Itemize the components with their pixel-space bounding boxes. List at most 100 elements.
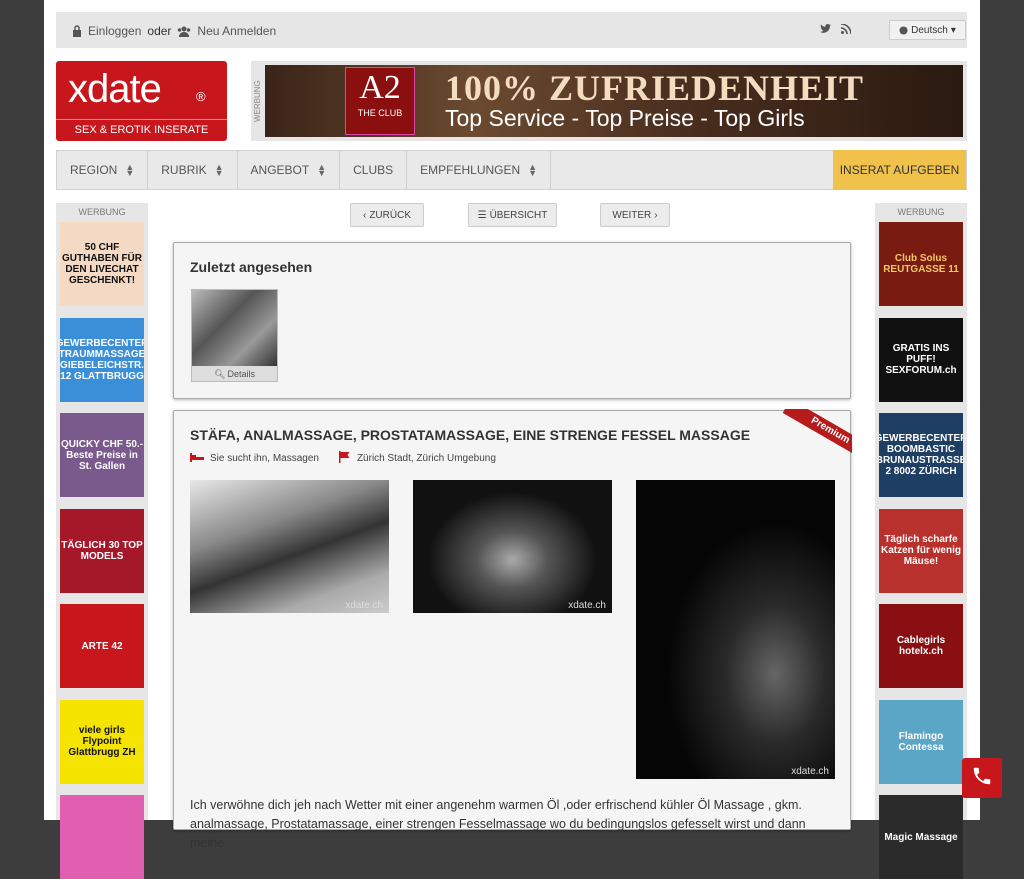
ad-text: Täglich scharfe Katzen für wenig Mäuse! bbox=[880, 534, 961, 567]
listing-title: STÄFA, ANALMASSAGE, PROSTATAMASSAGE, EIN… bbox=[190, 427, 751, 443]
location-text[interactable]: Zürich Stadt, Zürich Umgebung bbox=[357, 453, 496, 464]
nav-empfehlungen[interactable]: EMPFEHLUNGEN ▲ ▼ bbox=[407, 151, 552, 189]
photo-watermark: xdate.ch bbox=[791, 766, 829, 777]
nav-angebot[interactable]: ANGEBOT ▲ ▼ bbox=[238, 151, 341, 189]
list-icon: ☰ bbox=[477, 209, 487, 221]
category-meta: Sie sucht ihn, Massagen bbox=[190, 452, 319, 465]
listing-photo-1[interactable]: xdate.ch bbox=[190, 480, 389, 613]
ad-text: Flamingo Contessa bbox=[898, 730, 944, 753]
language-label: Deutsch bbox=[911, 24, 948, 36]
right-ad-7[interactable]: Magic Massage bbox=[879, 795, 963, 879]
thumbnail-image bbox=[192, 290, 277, 366]
post-ad-button[interactable]: INSERAT AUFGEBEN bbox=[833, 150, 966, 190]
next-button[interactable]: WEITER › bbox=[600, 203, 670, 227]
ad-text: QUICKY CHF 50.- Beste Preise in St. Gall… bbox=[60, 438, 144, 472]
or-text: oder bbox=[147, 24, 172, 38]
caret-down-icon: ▾ bbox=[950, 24, 956, 36]
back-button[interactable]: ‹ ZURÜCK bbox=[350, 203, 424, 227]
photo-watermark: xdate.ch bbox=[345, 600, 383, 611]
top-bar: Einloggen oder Neu Anmelden Deutsch ▾ bbox=[56, 12, 967, 48]
sort-icon: ▲ ▼ bbox=[214, 162, 224, 178]
logo-brand: xdate bbox=[68, 67, 162, 111]
logo-registered: ® bbox=[196, 89, 206, 104]
nav-region[interactable]: REGION ▲ ▼ bbox=[57, 151, 149, 189]
banner-subline: Top Service - Top Preise - Top Girls bbox=[445, 105, 805, 131]
left-ad-sidebar: WERBUNG 50 CHF GUTHABEN FÜR DEN LIVECHAT… bbox=[56, 203, 148, 879]
globe-icon bbox=[899, 25, 908, 35]
call-button[interactable] bbox=[962, 758, 1002, 798]
recently-viewed-panel: Zuletzt angesehen 🔍︎ Details bbox=[173, 242, 851, 399]
login-link[interactable]: Einloggen bbox=[88, 24, 141, 38]
premium-label: Premium bbox=[782, 409, 852, 459]
users-icon bbox=[177, 26, 191, 37]
sort-icon: ▲ ▼ bbox=[125, 162, 135, 178]
page: Einloggen oder Neu Anmelden Deutsch ▾ xd… bbox=[44, 0, 980, 879]
ad-text: Cablegirls hotelx.ch bbox=[896, 635, 946, 657]
club-logo: A2 THE CLUB bbox=[345, 67, 415, 135]
nav-rubrik[interactable]: RUBRIK ▲ ▼ bbox=[148, 151, 238, 189]
left-ad-4[interactable]: TÄGLICH 30 TOP MODELS bbox=[60, 508, 144, 593]
chevron-left-icon: ‹ bbox=[362, 209, 367, 221]
listing-photo-3[interactable]: xdate.ch bbox=[636, 480, 835, 779]
back-label: ZURÜCK bbox=[369, 209, 411, 221]
right-ad-6[interactable]: Flamingo Contessa bbox=[879, 699, 963, 784]
listing-description: Ich verwöhne dich jeh nach Wetter mit ei… bbox=[190, 798, 806, 850]
language-select[interactable]: Deutsch ▾ bbox=[889, 20, 966, 40]
left-ad-7[interactable] bbox=[60, 795, 144, 879]
ad-text: GEWERBECENTER BOOMBASTIC BRUNAUSTRASSE 2… bbox=[879, 433, 963, 477]
recently-viewed-title: Zuletzt angesehen bbox=[190, 259, 313, 275]
bed-icon bbox=[190, 452, 204, 465]
ad-text: Club Solus REUTGASSE 11 bbox=[883, 253, 959, 275]
right-ad-sidebar: WERBUNG Club Solus REUTGASSE 11 GRATIS IN… bbox=[875, 203, 967, 879]
right-ad-2[interactable]: GRATIS INS PUFF! SEXFORUM.ch bbox=[879, 317, 963, 402]
ad-label: WERBUNG bbox=[78, 207, 126, 217]
nav-rubrik-label: RUBRIK bbox=[161, 163, 207, 177]
category-text[interactable]: Sie sucht ihn, Massagen bbox=[210, 453, 319, 464]
register-link[interactable]: Neu Anmelden bbox=[197, 24, 276, 38]
left-ad-6[interactable]: viele girls Flypoint Glattbrugg ZH bbox=[60, 699, 144, 784]
ad-text: 50 CHF GUTHABEN FÜR DEN LIVECHAT GESCHEN… bbox=[62, 242, 142, 286]
nav-clubs[interactable]: CLUBS bbox=[340, 151, 408, 189]
site-logo[interactable]: xdate ® SEX & EROTIK INSERATE bbox=[56, 61, 227, 141]
banner-ad-image[interactable]: A2 THE CLUB 100% ZUFRIEDENHEIT Top Servi… bbox=[265, 65, 963, 137]
account-links: Einloggen oder Neu Anmelden bbox=[72, 24, 276, 38]
nav-region-label: REGION bbox=[70, 163, 118, 177]
listing-meta: Sie sucht ihn, Massagen Zürich Stadt, Zü… bbox=[190, 451, 496, 466]
left-ad-2[interactable]: GEWERBECENTER TRAUMMASSAGE GIEBELEICHSTR… bbox=[60, 317, 144, 402]
photo-watermark: xdate.ch bbox=[568, 600, 606, 611]
flag-icon bbox=[338, 451, 351, 466]
twitter-icon[interactable] bbox=[820, 24, 831, 34]
overview-button[interactable]: ☰ ÜBERSICHT bbox=[468, 203, 557, 227]
next-label: WEITER bbox=[612, 209, 652, 221]
details-link[interactable]: 🔍︎ Details bbox=[192, 366, 277, 382]
social-links bbox=[820, 24, 851, 34]
search-icon: 🔍︎ bbox=[214, 369, 226, 379]
top-ad-banner: WERBUNG A2 THE CLUB 100% ZUFRIEDENHEIT T… bbox=[251, 61, 967, 141]
ad-text: GRATIS INS PUFF! SEXFORUM.ch bbox=[885, 343, 957, 376]
chevron-right-icon: › bbox=[654, 209, 658, 221]
right-ad-3[interactable]: GEWERBECENTER BOOMBASTIC BRUNAUSTRASSE 2… bbox=[879, 413, 963, 497]
ad-text: TÄGLICH 30 TOP MODELS bbox=[61, 539, 143, 562]
sort-icon: ▲ ▼ bbox=[317, 162, 327, 178]
phone-icon bbox=[971, 765, 993, 792]
right-ad-1[interactable]: Club Solus REUTGASSE 11 bbox=[879, 222, 963, 306]
left-ad-1[interactable]: 50 CHF GUTHABEN FÜR DEN LIVECHAT GESCHEN… bbox=[60, 222, 144, 306]
ad-text: GEWERBECENTER TRAUMMASSAGE GIEBELEICHSTR… bbox=[60, 337, 144, 382]
ad-text: ARTE 42 bbox=[81, 640, 123, 652]
premium-ribbon: Premium bbox=[774, 409, 852, 459]
details-label: Details bbox=[227, 369, 255, 379]
right-ad-4[interactable]: Täglich scharfe Katzen für wenig Mäuse! bbox=[879, 508, 963, 593]
listing-photo-2[interactable]: xdate.ch bbox=[413, 480, 612, 613]
right-ad-5[interactable]: Cablegirls hotelx.ch bbox=[879, 604, 963, 688]
nav-empfehlungen-label: EMPFEHLUNGEN bbox=[420, 163, 521, 177]
rss-icon[interactable] bbox=[841, 24, 851, 34]
ad-text: viele girls Flypoint Glattbrugg ZH bbox=[68, 725, 136, 758]
location-meta: Zürich Stadt, Zürich Umgebung bbox=[338, 451, 496, 466]
main-nav: REGION ▲ ▼ RUBRIK ▲ ▼ ANGEBOT ▲ ▼ CLUBS EMP… bbox=[56, 150, 967, 190]
recent-thumbnail[interactable]: 🔍︎ Details bbox=[191, 289, 278, 382]
left-ad-3[interactable]: QUICKY CHF 50.- Beste Preise in St. Gall… bbox=[60, 413, 144, 497]
left-ad-5[interactable]: ARTE 42 bbox=[60, 604, 144, 688]
club-name: A2 bbox=[359, 69, 401, 106]
ad-label: WERBUNG bbox=[253, 80, 262, 122]
club-subtitle: THE CLUB bbox=[357, 108, 403, 118]
